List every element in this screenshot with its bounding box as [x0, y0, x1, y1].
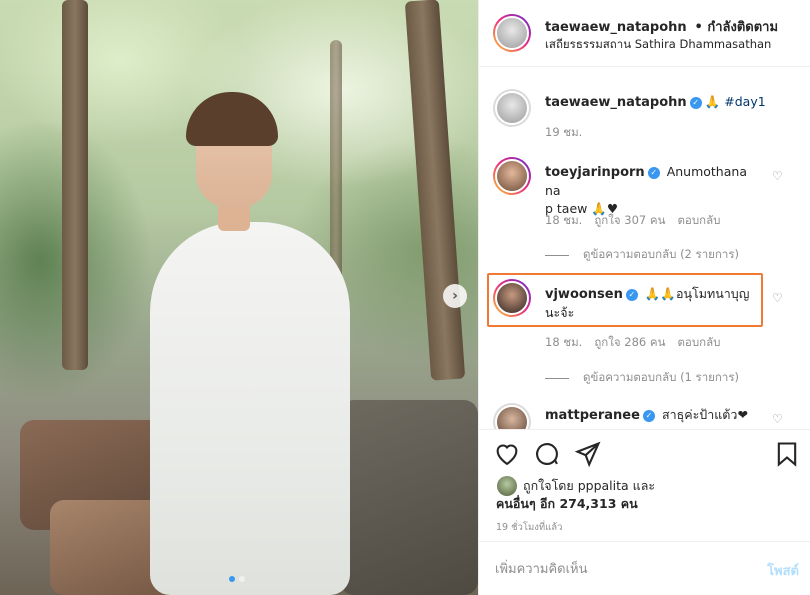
- view-replies-button[interactable]: ดูข้อความตอบกลับ (1 รายการ): [545, 369, 739, 387]
- carousel-dots: [229, 576, 245, 582]
- comment-time[interactable]: 18 ชม.: [545, 334, 582, 352]
- likes-count[interactable]: คนอื่นๆ อีก 274,313 คน: [496, 494, 638, 514]
- commenter-avatar[interactable]: [493, 157, 531, 195]
- comment-likes[interactable]: ถูกใจ 307 คน: [594, 212, 665, 230]
- caption-username[interactable]: taewaew_natapohn: [545, 95, 687, 110]
- verified-badge-icon: ✓: [625, 288, 638, 301]
- follow-status[interactable]: • กำลังติดตาม: [695, 20, 779, 35]
- post-location[interactable]: เสถียรธรรมสถาน Sathira Dhammasathan: [545, 36, 771, 54]
- comment-meta: 18 ชม. ถูกใจ 307 คน ตอบกลับ: [545, 212, 720, 230]
- post-comment-button[interactable]: โพสต์: [767, 560, 799, 581]
- comment-text: นะจ้ะ: [545, 305, 575, 320]
- comment-username[interactable]: mattperanee: [545, 408, 640, 423]
- post-sidebar: taewaew_natapohn • กำลังติดตาม เสถียรธรร…: [478, 0, 810, 595]
- comment-input[interactable]: [495, 558, 735, 580]
- post-header: taewaew_natapohn • กำลังติดตาม เสถียรธรร…: [479, 0, 810, 67]
- tree-trunk: [62, 0, 88, 370]
- tree-trunk: [330, 40, 342, 290]
- add-comment-bar: โพสต์: [479, 541, 810, 595]
- comment-body: vjwoonsen ✓ 🙏🙏อนุโมทนาบุญ นะจ้ะ: [545, 285, 765, 322]
- caption: taewaew_natapohn ✓ 🙏 #day1: [545, 93, 766, 112]
- view-replies-button[interactable]: ดูข้อความตอบกลับ (2 รายการ): [545, 246, 739, 264]
- comments-list[interactable]: taewaew_natapohn ✓ 🙏 #day1 19 ชม. toeyjari…: [479, 67, 810, 429]
- caption-hashtag[interactable]: #day1: [724, 94, 765, 109]
- reply-button[interactable]: ตอบกลับ: [677, 334, 720, 352]
- comment-text: 🙏🙏อนุโมทนาบุญ: [644, 286, 750, 301]
- comment-meta: 18 ชม. ถูกใจ 286 คน ตอบกลับ: [545, 334, 720, 352]
- likes-summary[interactable]: ถูกใจโดย pppalita และ: [523, 476, 655, 496]
- post-time-ago[interactable]: 19 ชั่วโมงที่แล้ว: [496, 520, 562, 535]
- carousel-dot-active: [229, 576, 235, 582]
- comment-username[interactable]: toeyjarinporn: [545, 165, 645, 180]
- author-avatar[interactable]: [493, 14, 531, 52]
- comment-likes[interactable]: ถูกใจ 286 คน: [594, 334, 665, 352]
- carousel-dot: [239, 576, 245, 582]
- comment-text: สาธุค่ะป้าแต้ว❤: [661, 407, 748, 422]
- person-hair: [186, 92, 278, 146]
- comment-username[interactable]: vjwoonsen: [545, 287, 623, 302]
- verified-badge-icon: ✓: [642, 409, 655, 422]
- tree-trunk: [404, 0, 466, 381]
- author-avatar[interactable]: [493, 89, 531, 127]
- chevron-right-icon: ›: [452, 288, 458, 304]
- reply-button[interactable]: ตอบกลับ: [677, 212, 720, 230]
- post-photo[interactable]: ›: [0, 0, 478, 595]
- comment-icon[interactable]: [533, 440, 561, 468]
- commenter-avatar[interactable]: [493, 279, 531, 317]
- bookmark-icon[interactable]: [773, 440, 801, 468]
- caption-emoji: 🙏: [704, 94, 721, 109]
- post-actions: ถูกใจโดย pppalita และ คนอื่นๆ อีก 274,31…: [479, 429, 810, 541]
- verified-badge-icon: ✓: [689, 96, 702, 109]
- comment-body: mattperanee ✓ สาธุค่ะป้าแต้ว❤: [545, 406, 748, 425]
- rock: [340, 400, 478, 595]
- heart-icon[interactable]: [493, 440, 521, 468]
- next-slide-button[interactable]: ›: [443, 284, 467, 308]
- caption-meta: 19 ชม.: [545, 124, 582, 142]
- paper-plane-icon[interactable]: [574, 440, 602, 468]
- verified-badge-icon: ✓: [647, 166, 660, 179]
- author-username[interactable]: taewaew_natapohn: [545, 20, 687, 35]
- person-dress: [150, 222, 350, 595]
- commenter-avatar[interactable]: [493, 403, 531, 429]
- comment-like-icon[interactable]: ♡: [772, 169, 783, 183]
- comment-body: toeyjarinporn ✓ Anumothana na p taew 🙏♥: [545, 163, 765, 218]
- caption-time[interactable]: 19 ชม.: [545, 124, 582, 142]
- liker-avatar[interactable]: [497, 476, 517, 496]
- comment-like-icon[interactable]: ♡: [772, 412, 783, 426]
- comment-time[interactable]: 18 ชม.: [545, 212, 582, 230]
- comment-like-icon[interactable]: ♡: [772, 291, 783, 305]
